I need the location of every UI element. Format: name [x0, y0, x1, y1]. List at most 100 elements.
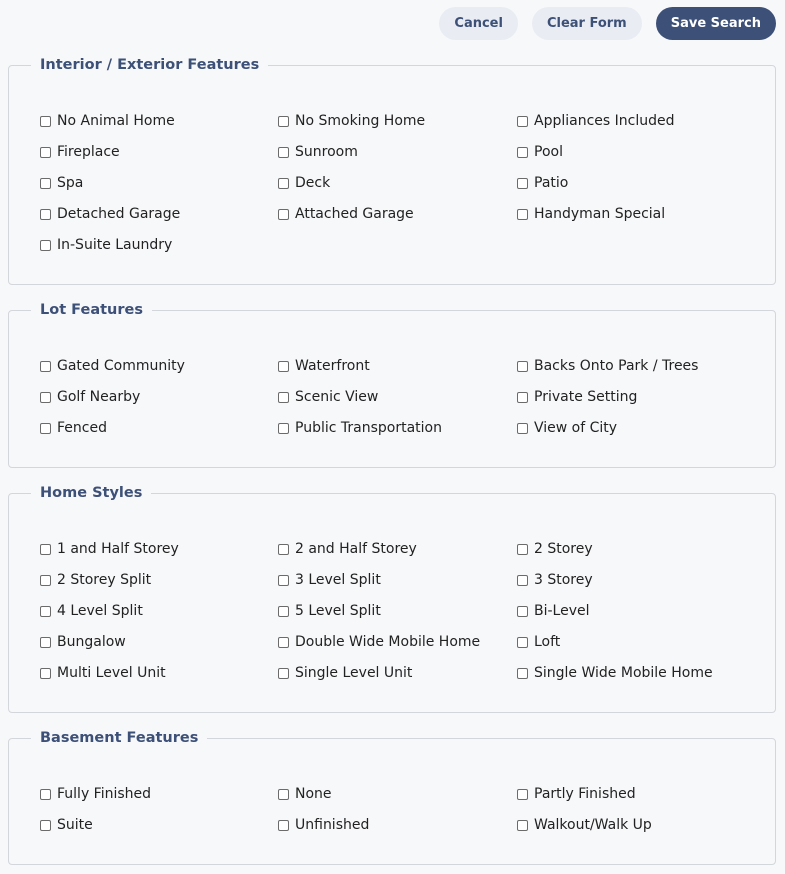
checkbox-unchecked-icon[interactable] [40, 574, 51, 586]
checkbox-unchecked-icon[interactable] [517, 208, 528, 220]
checkbox-label: Spa [57, 175, 84, 191]
checkbox-unchecked-icon[interactable] [517, 391, 528, 403]
checkbox-unchecked-icon[interactable] [40, 391, 51, 403]
checkbox-option[interactable]: Loft [517, 632, 775, 652]
checkbox-option[interactable]: Attached Garage [278, 204, 517, 224]
checkbox-option[interactable]: None [278, 784, 517, 804]
checkbox-option[interactable]: Single Wide Mobile Home [517, 663, 775, 683]
checkbox-option[interactable]: Pool [517, 142, 775, 162]
checkbox-unchecked-icon[interactable] [278, 636, 289, 648]
checkbox-unchecked-icon[interactable] [278, 788, 289, 800]
checkbox-grid: 1 and Half Storey 2 and Half Storey 2 Stor… [40, 539, 775, 683]
cancel-button[interactable]: Cancel [439, 7, 518, 40]
checkbox-option[interactable]: Public Transportation [278, 418, 517, 438]
section-basement-features: Basement Features Fully Finished None Part… [8, 729, 776, 865]
checkbox-option[interactable]: Waterfront [278, 356, 517, 376]
checkbox-label: Unfinished [295, 817, 370, 833]
checkbox-option[interactable]: No Smoking Home [278, 111, 517, 131]
checkbox-option[interactable]: Partly Finished [517, 784, 775, 804]
checkbox-unchecked-icon[interactable] [517, 605, 528, 617]
checkbox-option[interactable]: Golf Nearby [40, 387, 278, 407]
checkbox-unchecked-icon[interactable] [517, 115, 528, 127]
checkbox-unchecked-icon[interactable] [517, 422, 528, 434]
checkbox-option[interactable]: Private Setting [517, 387, 775, 407]
checkbox-option[interactable]: View of City [517, 418, 775, 438]
checkbox-option[interactable]: Handyman Special [517, 204, 775, 224]
checkbox-option[interactable]: Walkout/Walk Up [517, 815, 775, 835]
checkbox-grid: Fully Finished None Partly Finished Suite Un… [40, 784, 775, 835]
checkbox-label: Single Level Unit [295, 665, 413, 681]
checkbox-unchecked-icon[interactable] [517, 146, 528, 158]
checkbox-unchecked-icon[interactable] [40, 146, 51, 158]
checkbox-option[interactable]: No Animal Home [40, 111, 278, 131]
checkbox-option[interactable]: Gated Community [40, 356, 278, 376]
checkbox-option[interactable]: 2 and Half Storey [278, 539, 517, 559]
checkbox-option[interactable]: Fenced [40, 418, 278, 438]
checkbox-unchecked-icon[interactable] [40, 360, 51, 372]
checkbox-unchecked-icon[interactable] [278, 543, 289, 555]
checkbox-option[interactable]: Bi-Level [517, 601, 775, 621]
checkbox-option[interactable]: 5 Level Split [278, 601, 517, 621]
checkbox-option[interactable]: Spa [40, 173, 278, 193]
checkbox-label: Handyman Special [534, 206, 666, 222]
checkbox-unchecked-icon[interactable] [40, 422, 51, 434]
checkbox-unchecked-icon[interactable] [40, 819, 51, 831]
checkbox-label: Pool [534, 144, 563, 160]
checkbox-unchecked-icon[interactable] [517, 788, 528, 800]
checkbox-option[interactable]: Detached Garage [40, 204, 278, 224]
checkbox-unchecked-icon[interactable] [278, 605, 289, 617]
checkbox-label: In-Suite Laundry [57, 237, 173, 253]
checkbox-unchecked-icon[interactable] [517, 574, 528, 586]
checkbox-option[interactable]: Appliances Included [517, 111, 775, 131]
checkbox-unchecked-icon[interactable] [517, 819, 528, 831]
checkbox-option[interactable]: 1 and Half Storey [40, 539, 278, 559]
checkbox-unchecked-icon[interactable] [40, 208, 51, 220]
checkbox-unchecked-icon[interactable] [278, 574, 289, 586]
checkbox-option[interactable]: Bungalow [40, 632, 278, 652]
checkbox-unchecked-icon[interactable] [278, 208, 289, 220]
checkbox-unchecked-icon[interactable] [40, 605, 51, 617]
checkbox-option[interactable]: 2 Storey Split [40, 570, 278, 590]
checkbox-unchecked-icon[interactable] [278, 360, 289, 372]
checkbox-option[interactable]: Scenic View [278, 387, 517, 407]
checkbox-unchecked-icon[interactable] [517, 177, 528, 189]
checkbox-unchecked-icon[interactable] [278, 115, 289, 127]
checkbox-unchecked-icon[interactable] [517, 667, 528, 679]
checkbox-option[interactable]: Deck [278, 173, 517, 193]
checkbox-unchecked-icon[interactable] [40, 636, 51, 648]
checkbox-option[interactable]: 4 Level Split [40, 601, 278, 621]
clear-form-button[interactable]: Clear Form [531, 7, 642, 40]
checkbox-unchecked-icon[interactable] [40, 239, 51, 251]
checkbox-option[interactable]: 3 Storey [517, 570, 775, 590]
checkbox-unchecked-icon[interactable] [517, 636, 528, 648]
checkbox-option[interactable]: Double Wide Mobile Home [278, 632, 517, 652]
checkbox-option[interactable]: 3 Level Split [278, 570, 517, 590]
checkbox-option[interactable]: Patio [517, 173, 775, 193]
checkbox-option[interactable]: Fully Finished [40, 784, 278, 804]
checkbox-unchecked-icon[interactable] [278, 391, 289, 403]
checkbox-unchecked-icon[interactable] [40, 177, 51, 189]
checkbox-option[interactable]: Single Level Unit [278, 663, 517, 683]
checkbox-unchecked-icon[interactable] [40, 788, 51, 800]
checkbox-unchecked-icon[interactable] [278, 177, 289, 189]
checkbox-unchecked-icon[interactable] [278, 667, 289, 679]
checkbox-label: Walkout/Walk Up [534, 817, 652, 833]
checkbox-option[interactable]: In-Suite Laundry [40, 235, 278, 255]
checkbox-option[interactable]: Fireplace [40, 142, 278, 162]
checkbox-unchecked-icon[interactable] [40, 115, 51, 127]
checkbox-option[interactable]: Backs Onto Park / Trees [517, 356, 775, 376]
checkbox-unchecked-icon[interactable] [278, 819, 289, 831]
checkbox-unchecked-icon[interactable] [278, 422, 289, 434]
checkbox-unchecked-icon[interactable] [517, 543, 528, 555]
checkbox-unchecked-icon[interactable] [40, 667, 51, 679]
checkbox-label: 4 Level Split [57, 603, 143, 619]
checkbox-option[interactable]: 2 Storey [517, 539, 775, 559]
checkbox-option[interactable]: Multi Level Unit [40, 663, 278, 683]
checkbox-unchecked-icon[interactable] [278, 146, 289, 158]
checkbox-option[interactable]: Suite [40, 815, 278, 835]
save-search-button[interactable]: Save Search [655, 7, 776, 40]
checkbox-unchecked-icon[interactable] [40, 543, 51, 555]
checkbox-option[interactable]: Unfinished [278, 815, 517, 835]
checkbox-option[interactable]: Sunroom [278, 142, 517, 162]
checkbox-unchecked-icon[interactable] [517, 360, 528, 372]
